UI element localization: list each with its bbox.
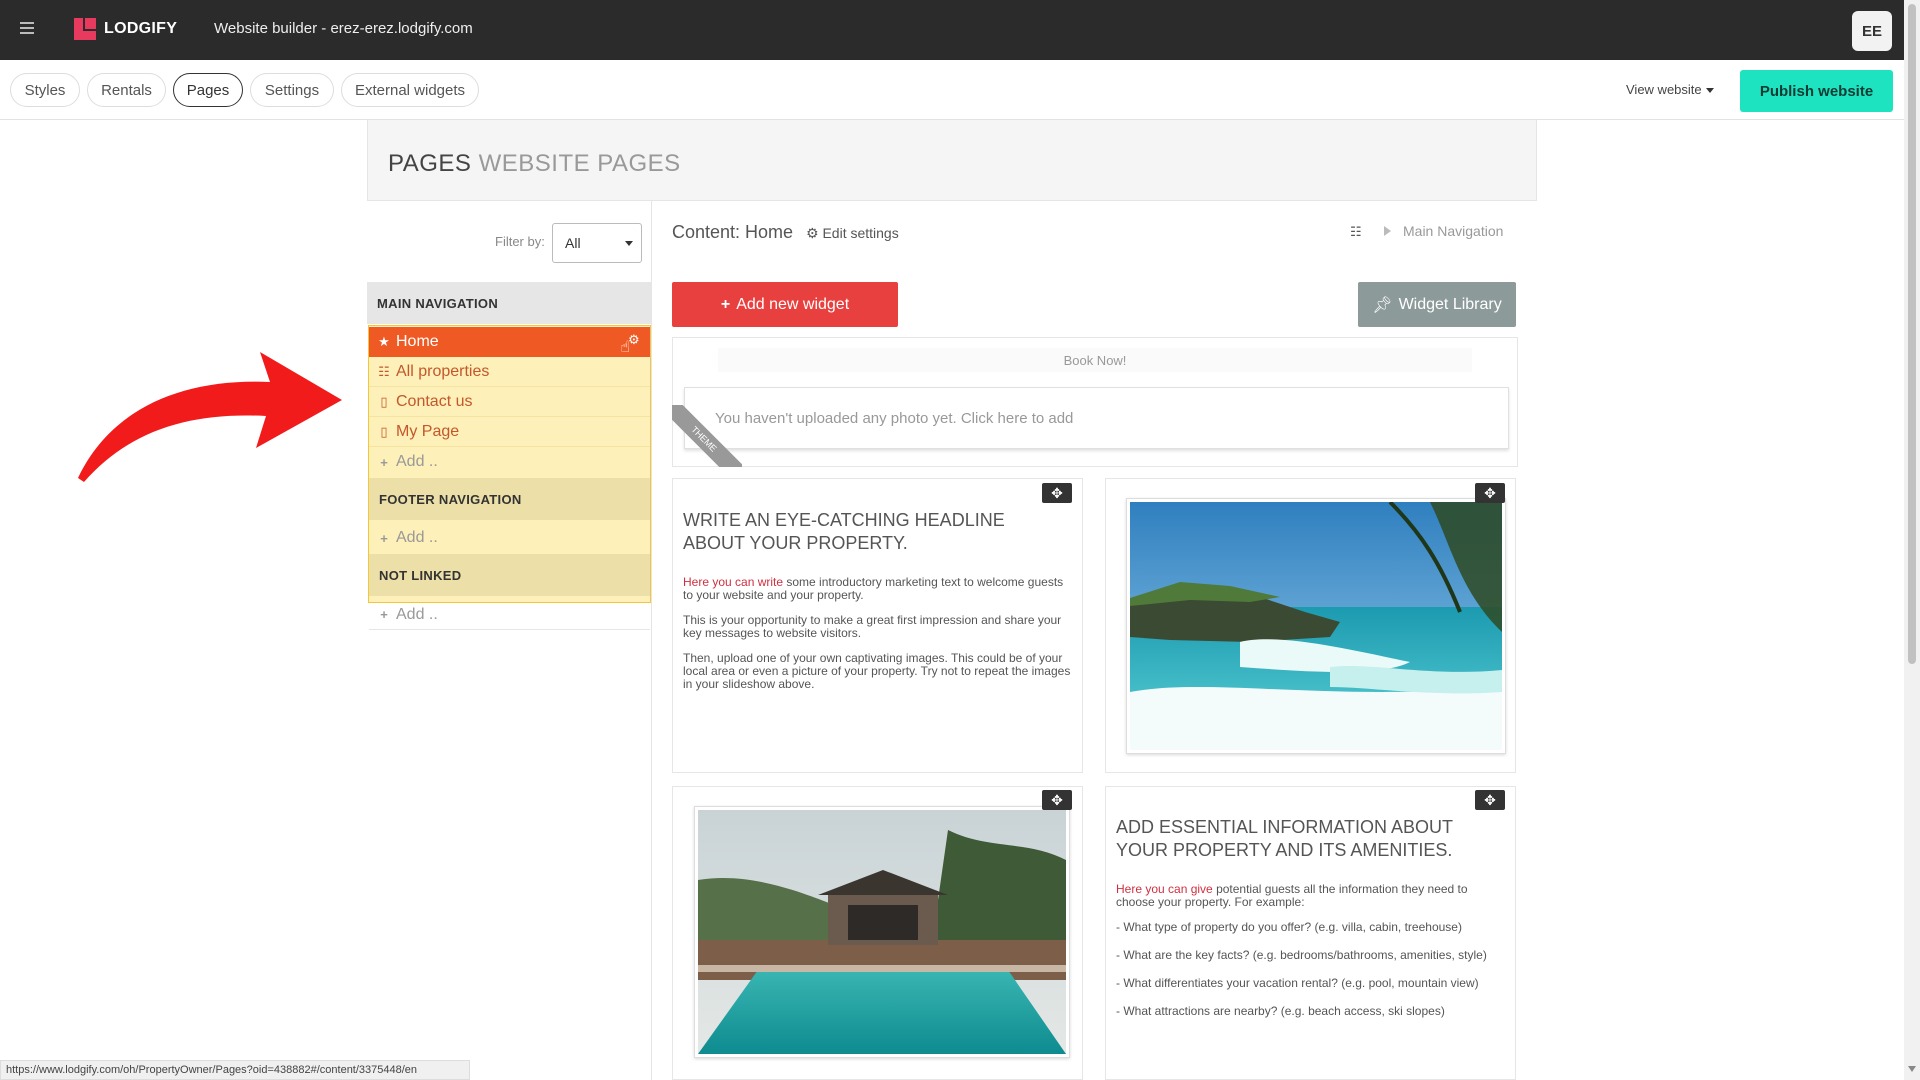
pool-image[interactable] [694,806,1070,1058]
scrollbar-thumb[interactable] [1908,4,1916,664]
move-widget-icon[interactable]: ✥ [1042,483,1072,503]
lodgify-logo[interactable]: LODGIFY [74,18,177,40]
plus-icon: + [720,295,731,313]
beach-photo-icon [1130,500,1502,750]
breadcrumb-separator-icon [1384,226,1391,236]
nav-item-contact-us[interactable]: ▯ Contact us [369,387,650,417]
add-label: Add .. [396,605,438,623]
nav-item-label: Contact us [396,392,473,410]
main-navigation-heading: MAIN NAVIGATION [367,282,652,324]
widget-library-label: Widget Library [1398,295,1502,313]
pin-icon: 📌︎ [1372,296,1393,314]
chevron-down-icon [1705,88,1714,94]
page-title-sub: WEBSITE PAGES [478,150,681,177]
theme-badge-label: THEME [672,405,742,467]
star-icon: ★ [378,334,390,349]
tab-settings[interactable]: Settings [250,73,334,107]
edit-settings-link[interactable]: ⚙ Edit settings [806,225,899,242]
widget-paragraph-highlight: Here you can write [683,575,784,589]
sitemap-icon[interactable]: ☷ [1350,224,1366,239]
nav-item-all-properties[interactable]: ☷ All properties [369,357,650,387]
hamburger-menu-icon[interactable] [20,22,34,34]
page-title: PAGES WEBSITE PAGES [388,150,681,178]
nav-item-my-page[interactable]: ▯ My Page [369,417,650,447]
gear-icon[interactable]: ⚙ [628,333,642,347]
section-tabs-bar: Styles Rentals Pages Settings External w… [0,60,1904,120]
book-now-bar[interactable]: Book Now! [718,348,1472,372]
chevron-down-icon [625,241,633,246]
move-widget-icon[interactable]: ✥ [1042,790,1072,810]
nav-item-home[interactable]: ★ Home ☝ ⚙ [369,327,650,357]
view-website-label: View website [1626,82,1702,97]
beach-image[interactable] [1126,498,1506,754]
page-scrollbar[interactable] [1904,0,1920,1080]
widget-paragraph: Here you can write some introductory mar… [683,576,1073,602]
widget-bullet: - What attractions are nearby? (e.g. bea… [1116,1004,1445,1018]
tab-pages[interactable]: Pages [173,73,243,107]
filter-select[interactable]: All [552,223,642,263]
widget-paragraph: Then, upload one of your own captivating… [683,651,1071,691]
scroll-down-arrow-icon[interactable] [1908,1066,1916,1072]
view-website-dropdown[interactable]: View website [1626,82,1714,97]
tab-rentals[interactable]: Rentals [87,73,166,107]
breadcrumb-main-navigation[interactable]: Main Navigation [1403,223,1503,239]
widget-paragraph: Here you can give potential guests all t… [1116,883,1506,909]
main-nav-add[interactable]: + Add .. [369,447,650,477]
widget-headline: ADD ESSENTIAL INFORMATION ABOUT YOUR PRO… [1116,817,1453,860]
pool-photo-icon [698,810,1066,1054]
widget-library-button[interactable]: 📌︎ Widget Library [1358,282,1516,327]
brand-name: LODGIFY [104,20,178,37]
filter-label: Filter by: [495,234,545,249]
widget-headline: WRITE AN EYE-CATCHING HEADLINE ABOUT YOU… [683,510,1005,553]
edit-settings-label: Edit settings [822,225,899,241]
widget-paragraph-highlight: Here you can give [1116,882,1213,896]
nav-item-label: Home [396,333,439,350]
move-widget-icon[interactable]: ✥ [1475,483,1505,503]
footer-nav-add[interactable]: + Add .. [369,523,650,553]
tab-styles[interactable]: Styles [10,73,80,107]
add-label: Add .. [396,529,438,546]
widget-paragraph: This is your opportunity to make a great… [683,613,1062,640]
add-new-widget-button[interactable]: + Add new widget [672,282,898,327]
red-pointer-arrow-icon [78,352,342,482]
sitemap-icon: ☷ [378,363,390,379]
move-widget-icon[interactable]: ✥ [1475,790,1505,810]
plus-icon: + [380,607,388,622]
widget-bullet: - What differentiates your vacation rent… [1116,976,1479,990]
theme-badge: THEME [672,405,742,467]
plus-icon: + [380,454,388,470]
user-avatar[interactable]: EE [1852,11,1892,51]
plus-icon: + [380,530,388,546]
add-label: Add .. [396,453,438,470]
app-title: Website builder - erez-erez.lodgify.com [214,20,473,37]
page-title-main: PAGES [388,150,472,177]
not-linked-add[interactable]: + Add .. [369,600,650,630]
page-icon: ▯ [380,423,388,439]
content-title: Content: Home [672,222,794,242]
nav-item-label: All properties [396,362,490,380]
lodgify-logo-icon [74,18,96,40]
pages-sidebar: Filter by: All MAIN NAVIGATION ★ Home ☝ … [367,201,652,1080]
top-bar: LODGIFY Website builder - erez-erez.lodg… [0,0,1904,60]
upload-photo-placeholder[interactable]: You haven't uploaded any photo yet. Clic… [684,387,1509,449]
widget-bullet: - What type of property do you offer? (e… [1116,920,1462,934]
filter-value: All [565,235,581,251]
breadcrumb: ☷ Main Navigation [1350,223,1503,239]
publish-website-button[interactable]: Publish website [1740,70,1893,112]
tab-external-widgets[interactable]: External widgets [341,73,479,107]
nav-item-label: My Page [396,422,460,440]
page-header: PAGES WEBSITE PAGES [367,120,1537,201]
add-new-widget-label: Add new widget [736,295,850,313]
page-icon: ▯ [380,393,388,409]
widget-bullet: - What are the key facts? (e.g. bedrooms… [1116,948,1487,962]
not-linked-heading: NOT LINKED [369,554,650,596]
footer-navigation-heading: FOOTER NAVIGATION [369,478,650,520]
browser-status-url: https://www.lodgify.com/oh/PropertyOwner… [0,1060,470,1080]
gear-icon: ⚙ [806,225,819,241]
